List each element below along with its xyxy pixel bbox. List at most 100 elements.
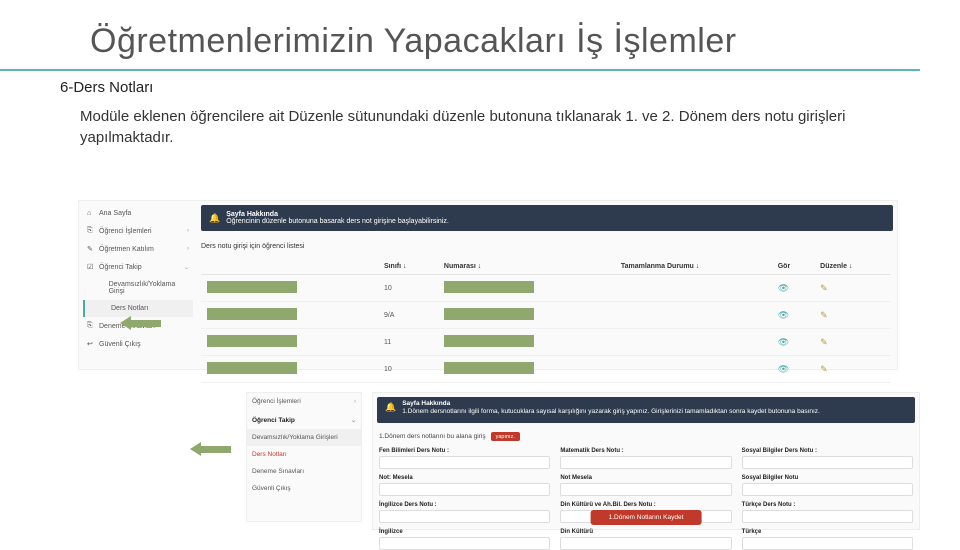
grade-field: Not: Mesela [379, 475, 550, 496]
grade-field: Fen Bilimleri Ders Notu : [379, 448, 550, 469]
chevron-icon: › [187, 246, 189, 252]
save-button[interactable]: 1.Dönem Notlarını Kaydet [591, 510, 702, 525]
field-label: Sosyal Bilgiler Ders Notu : [742, 448, 913, 454]
menu-icon: ⌂ [87, 210, 95, 217]
grade-input[interactable] [379, 456, 550, 469]
redacted-name [207, 281, 297, 293]
grade-field: Matematik Ders Notu : [560, 448, 731, 469]
sidebar-item-label: Öğrenci Takip [252, 417, 295, 424]
page-title: Öğretmenlerimizin Yapacakları İş İşlemle… [0, 0, 920, 71]
sidebar-item[interactable]: Ders Notları [83, 300, 193, 317]
chevron-icon: › [354, 399, 356, 405]
column-header[interactable]: Tamamlanma Durumu ↓ [615, 259, 772, 275]
menu-icon: ⎘ [87, 227, 95, 235]
grade-input[interactable] [560, 456, 731, 469]
sidebar-item-label: Güvenli Çıkış [252, 485, 291, 492]
grade-input[interactable] [742, 510, 913, 523]
sidebar-item[interactable]: Öğrenci İşlemleri › [247, 393, 361, 410]
sidebar-item[interactable]: Öğrenci Takip ⌄ [247, 412, 361, 429]
screenshot-sidebar-detail: Öğrenci İşlemleri › Öğrenci Takip ⌄ Devamsız… [246, 392, 362, 522]
bell-icon: 🔔 [209, 213, 220, 224]
sidebar-item[interactable]: Devamsızlık/Yoklama Girişi [83, 276, 193, 300]
page-body: Modüle eklenen öğrencilere ait Düzenle s… [0, 100, 960, 158]
grade-field: İngilizce Ders Notu : [379, 502, 550, 523]
grade-input[interactable] [560, 537, 731, 550]
grade-input[interactable] [742, 537, 913, 550]
sidebar-item[interactable]: ↩ Güvenli Çıkış [83, 335, 193, 353]
info-banner: 🔔 Sayfa Hakkında Öğrencinin düzenle buto… [201, 205, 893, 231]
grade-input[interactable] [379, 537, 550, 550]
edit-icon[interactable]: ✎ [820, 364, 828, 374]
sidebar-item[interactable]: Güvenli Çıkış [247, 480, 361, 497]
menu-icon: ↩ [87, 340, 95, 348]
column-header[interactable] [201, 259, 378, 275]
menu-icon: ☑ [87, 263, 95, 271]
menu-icon: ✎ [87, 245, 95, 253]
screenshot-grade-form: 🔔 Sayfa Hakkında 1.Dönem dersnotlarını i… [372, 392, 920, 530]
sidebar-item-label: Güvenli Çıkış [99, 341, 141, 348]
edit-icon[interactable]: ✎ [820, 310, 828, 320]
list-heading: Ders notu girişi için öğrenci listesi [201, 243, 304, 250]
sidebar-item[interactable]: ☑ Öğrenci Takip ⌄ [83, 258, 193, 276]
sidebar-item-label: Öğrenci İşlemleri [252, 398, 301, 405]
view-icon[interactable]: 👁 [778, 310, 789, 320]
redacted-name [207, 308, 297, 320]
grade-field: Sosyal Bilgiler Notu [742, 475, 913, 496]
chevron-icon: › [187, 228, 189, 234]
column-header[interactable]: Numarası ↓ [438, 259, 615, 275]
banner-title: Sayfa Hakkında [226, 211, 449, 218]
sidebar-item[interactable]: Deneme Sınavları [247, 463, 361, 480]
grade-input[interactable] [379, 483, 550, 496]
grade-field: Not Mesela [560, 475, 731, 496]
menu-icon: ⎘ [87, 322, 95, 330]
info-banner: 🔔 Sayfa Hakkında 1.Dönem dersnotlarını i… [377, 397, 915, 423]
view-icon[interactable]: 👁 [778, 283, 789, 293]
cell-sinif: 10 [378, 356, 438, 383]
sidebar-item-label: Devamsızlık/Yoklama Girişi [109, 281, 189, 295]
cell-sinif: 11 [378, 329, 438, 356]
section-label: 1.Dönem ders notlarını bu alana giriş [379, 433, 486, 440]
sidebar-item-label: Devamsızlık/Yoklama Girişleri [252, 434, 338, 441]
sidebar-item[interactable]: ⌂Ana Sayfa [83, 205, 193, 222]
column-header[interactable]: Düzenle ↓ [814, 259, 891, 275]
sidebar-item-label: Öğretmen Katılım [99, 246, 154, 253]
edit-icon[interactable]: ✎ [820, 337, 828, 347]
column-header[interactable]: Sınıfı ↓ [378, 259, 438, 275]
field-label: İngilizce [379, 529, 550, 535]
field-label: Türkçe Ders Notu : [742, 502, 913, 508]
bell-icon: 🔔 [385, 402, 396, 413]
student-table: Sınıfı ↓Numarası ↓Tamamlanma Durumu ↓Gör… [201, 259, 891, 383]
chevron-icon: ⌄ [351, 417, 356, 424]
redacted-number [444, 362, 534, 374]
section-head: 1.Dönem ders notlarını bu alana giriş ya… [379, 429, 913, 444]
redacted-number [444, 281, 534, 293]
column-header[interactable]: Gör [772, 259, 814, 275]
field-label: Türkçe [742, 529, 913, 535]
sidebar-item[interactable]: Ders Notları [247, 446, 361, 463]
chevron-icon: ⌄ [184, 264, 189, 271]
sidebar-item-label: Öğrenci İşlemleri [99, 228, 152, 235]
sidebar-item-label: Öğrenci Takip [99, 264, 142, 271]
cell-sinif: 9/A [378, 302, 438, 329]
grade-input[interactable] [560, 483, 731, 496]
screenshot-student-list: ⌂Ana Sayfa ⎘ Öğrenci İşlemleri › ✎ Öğretmen K… [78, 200, 898, 370]
redacted-number [444, 308, 534, 320]
table-row: 10 👁 ✎ [201, 356, 891, 383]
banner-title: Sayfa Hakkında [402, 400, 820, 408]
field-label: Sosyal Bilgiler Notu [742, 475, 913, 481]
field-label: Matematik Ders Notu : [560, 448, 731, 454]
grade-input[interactable] [379, 510, 550, 523]
field-label: Din Kültürü ve Ah.Bil. Ders Notu : [560, 502, 731, 508]
arrow-left-icon [120, 316, 161, 330]
edit-icon[interactable]: ✎ [820, 283, 828, 293]
view-icon[interactable]: 👁 [778, 337, 789, 347]
sidebar-item-label: Ders Notları [252, 451, 287, 458]
grade-field: Sosyal Bilgiler Ders Notu : [742, 448, 913, 469]
grade-input[interactable] [742, 456, 913, 469]
grade-input[interactable] [742, 483, 913, 496]
sidebar-item[interactable]: ✎ Öğretmen Katılım › [83, 240, 193, 258]
sidebar-item[interactable]: Devamsızlık/Yoklama Girişleri [247, 429, 361, 446]
view-icon[interactable]: 👁 [778, 364, 789, 374]
sidebar-item[interactable]: ⎘ Öğrenci İşlemleri › [83, 222, 193, 240]
arrow-left-icon [190, 442, 231, 456]
